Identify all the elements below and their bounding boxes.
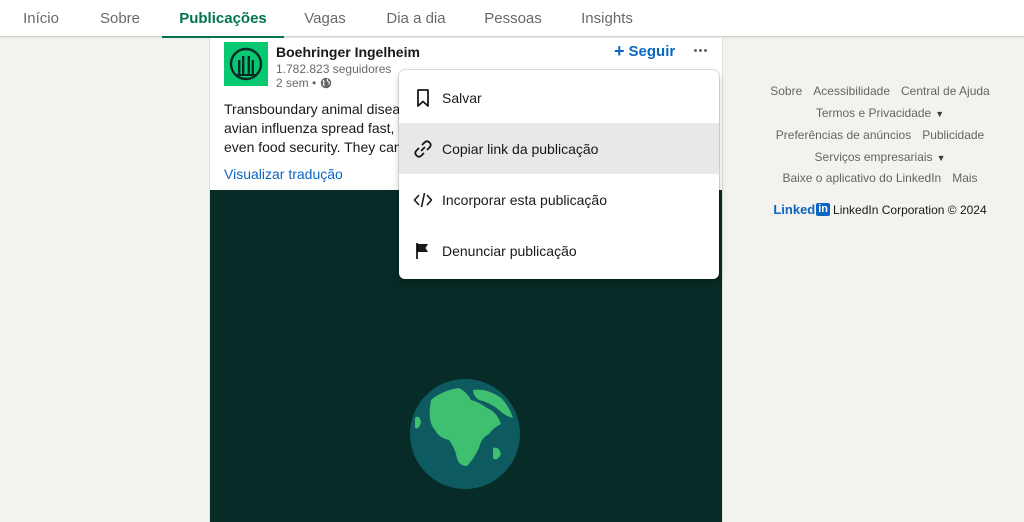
post-text-line: even food security. They can cau xyxy=(224,139,404,155)
linkedin-logo-box: in xyxy=(816,203,831,216)
more-options-button[interactable] xyxy=(688,40,712,60)
footer-link-business-services[interactable]: Serviços empresariais ▼ xyxy=(815,150,946,164)
caret-down-icon: ▼ xyxy=(935,109,945,119)
code-icon xyxy=(413,192,433,207)
tab-sobre[interactable]: Sobre xyxy=(88,0,152,37)
footer-row: Sobre Acessibilidade Central de Ajuda xyxy=(770,84,990,98)
plus-icon: + xyxy=(614,41,625,61)
follower-count: 1.782.823 seguidores xyxy=(276,62,392,76)
menu-item-embed[interactable]: Incorporar esta publicação xyxy=(399,174,719,225)
view-translation-link[interactable]: Visualizar tradução xyxy=(224,166,343,182)
company-tab-bar: Início Sobre Publicações Vagas Dia a dia… xyxy=(0,0,1024,38)
linkedin-logo-word: Linked xyxy=(773,202,816,217)
footer-row: Baixe o aplicativo do LinkedIn Mais xyxy=(770,171,990,185)
menu-item-save[interactable]: Salvar xyxy=(399,72,719,123)
tab-publicacoes[interactable]: Publicações xyxy=(162,0,284,38)
globe-icon xyxy=(320,77,332,89)
footer-link-about[interactable]: Sobre xyxy=(770,84,802,98)
tab-vagas[interactable]: Vagas xyxy=(294,0,356,37)
post-text: Transboundary animal diseases avian infl… xyxy=(224,100,404,156)
menu-item-label: Denunciar publicação xyxy=(442,242,577,259)
earth-globe-icon xyxy=(410,379,520,489)
tab-pessoas[interactable]: Pessoas xyxy=(476,0,550,37)
footer-link-accessibility[interactable]: Acessibilidade xyxy=(813,84,890,98)
copyright-text: LinkedIn Corporation © 2024 xyxy=(833,202,987,217)
footer-link-get-app[interactable]: Baixe o aplicativo do LinkedIn xyxy=(782,171,941,185)
bookmark-icon xyxy=(417,88,429,107)
tab-dia-a-dia[interactable]: Dia a dia xyxy=(374,0,458,37)
post-time-text: 2 sem • xyxy=(276,76,317,90)
post-timestamp: 2 sem • xyxy=(276,76,332,90)
footer-link-ad-preferences[interactable]: Preferências de anúncios xyxy=(776,128,911,142)
follow-button[interactable]: + Seguir xyxy=(614,40,675,62)
footer-row: Termos e Privacidade ▼ xyxy=(770,106,990,120)
tab-insights[interactable]: Insights xyxy=(568,0,646,37)
linkedin-logo: Linked in xyxy=(773,202,831,217)
caret-down-icon: ▼ xyxy=(936,153,946,163)
ellipsis-dot-icon xyxy=(703,48,707,52)
footer-row: Serviços empresariais ▼ xyxy=(770,150,990,164)
menu-item-label: Incorporar esta publicação xyxy=(442,191,607,208)
link-icon xyxy=(414,139,432,158)
menu-item-report[interactable]: Denunciar publicação xyxy=(399,225,719,276)
tab-inicio[interactable]: Início xyxy=(12,0,70,37)
footer-brand: Linked in LinkedIn Corporation © 2024 xyxy=(770,202,990,217)
post-text-line: avian influenza spread fast, quic xyxy=(224,120,404,136)
company-name[interactable]: Boehringer Ingelheim xyxy=(276,44,420,60)
flag-icon xyxy=(416,242,428,259)
ellipsis-dot-icon xyxy=(698,48,702,52)
boehringer-logo-icon xyxy=(229,47,263,81)
menu-item-label: Copiar link da publicação xyxy=(442,140,599,157)
follow-label: Seguir xyxy=(628,42,676,60)
footer-link-more[interactable]: Mais xyxy=(952,171,977,185)
post-options-menu: Salvar Copiar link da publicação Incorpo… xyxy=(399,70,719,279)
footer-row: Preferências de anúncios Publicidade xyxy=(770,128,990,142)
footer-link-label: Termos e Privacidade xyxy=(815,106,932,120)
company-logo[interactable] xyxy=(224,42,268,86)
footer-link-help-center[interactable]: Central de Ajuda xyxy=(901,84,990,98)
post-text-line: Transboundary animal diseases xyxy=(224,101,404,117)
footer-link-advertising[interactable]: Publicidade xyxy=(922,128,984,142)
menu-item-copy-link[interactable]: Copiar link da publicação xyxy=(399,123,719,174)
ellipsis-dot-icon xyxy=(693,48,697,52)
menu-item-label: Salvar xyxy=(442,89,482,106)
footer-link-terms-privacy[interactable]: Termos e Privacidade ▼ xyxy=(816,106,944,120)
footer-link-label: Serviços empresariais xyxy=(814,150,933,164)
